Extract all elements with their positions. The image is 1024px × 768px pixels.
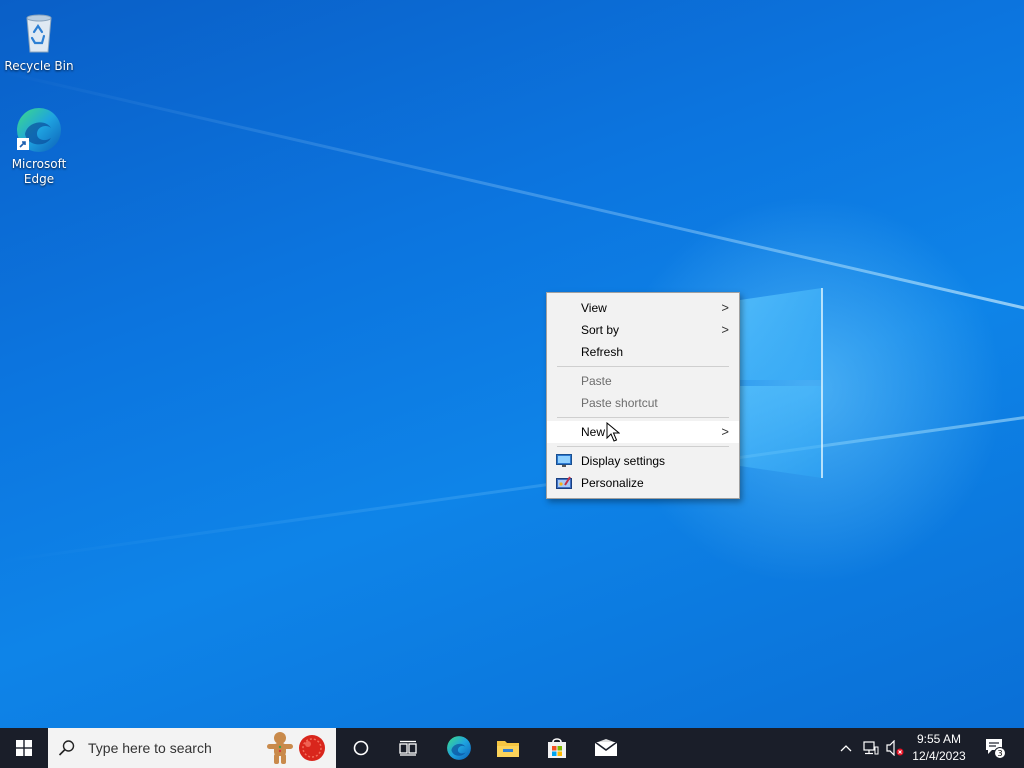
show-hidden-icons-button[interactable] [836, 728, 856, 768]
file-explorer-icon [497, 741, 519, 757]
task-view-button[interactable] [384, 728, 432, 768]
desktop-icon-recycle-bin[interactable]: Recycle Bin [1, 8, 77, 74]
taskbar-file-explorer-button[interactable] [484, 728, 532, 768]
menu-item-refresh[interactable]: Refresh [547, 341, 739, 363]
menu-item-view[interactable]: View > [547, 297, 739, 319]
gingerbread-man-icon [267, 732, 293, 764]
clock-date: 12/4/2023 [912, 749, 966, 763]
edge-icon [17, 108, 61, 152]
menu-item-sort-by[interactable]: Sort by > [547, 319, 739, 341]
action-center-button[interactable]: 3 [980, 728, 1010, 768]
menu-item-label: Display settings [581, 454, 666, 468]
menu-item-label: Paste [581, 374, 612, 388]
volume-muted-icon [886, 740, 904, 756]
personalize-icon [556, 476, 572, 489]
menu-item-personalize[interactable]: Personalize [547, 472, 739, 494]
edge-icon [447, 736, 471, 760]
clock-time: 9:55 AM [916, 732, 962, 746]
light-ray [0, 70, 1024, 325]
search-highlight[interactable] [266, 731, 326, 765]
menu-item-label: Personalize [581, 476, 644, 490]
network-icon [863, 741, 879, 755]
menu-item-label: New [581, 425, 606, 439]
taskbar-edge-button[interactable] [435, 728, 483, 768]
menu-item-display-settings[interactable]: Display settings [547, 450, 739, 472]
menu-item-label: Refresh [581, 345, 624, 359]
christmas-ornament-icon [299, 735, 325, 761]
taskbar-search-box[interactable]: Type here to search [48, 728, 336, 768]
task-view-icon [399, 740, 417, 756]
menu-separator [557, 417, 729, 418]
windows-start-icon [16, 740, 32, 756]
menu-item-new[interactable]: New > [547, 421, 739, 443]
search-placeholder: Type here to search [88, 740, 212, 756]
taskbar-mail-button[interactable] [582, 728, 630, 768]
chevron-up-icon [840, 745, 852, 752]
cortana-icon [353, 740, 369, 756]
menu-item-paste-shortcut[interactable]: Paste shortcut [547, 392, 739, 414]
display-settings-icon [556, 454, 572, 467]
desktop-icon-edge[interactable]: Microsoft Edge [1, 106, 77, 187]
desktop-icon-label: Microsoft Edge [11, 157, 67, 186]
cortana-button[interactable] [338, 728, 384, 768]
desktop-context-menu: View > Sort by > Refresh Paste Paste sho… [546, 292, 740, 499]
volume-tray-button[interactable] [884, 728, 906, 768]
notification-icon: 3 [986, 739, 1006, 759]
network-tray-button[interactable] [860, 728, 882, 768]
menu-separator [557, 446, 729, 447]
chevron-right-icon: > [721, 300, 729, 315]
taskbar-clock[interactable]: 9:55 AM 12/4/2023 [906, 731, 972, 765]
taskbar: Type here to search 9:55 AM 12/4/2023 3 [0, 728, 1024, 768]
menu-item-label: Sort by [581, 323, 620, 337]
menu-item-paste[interactable]: Paste [547, 370, 739, 392]
menu-separator [557, 366, 729, 367]
menu-item-label: View [581, 301, 607, 315]
notification-count: 3 [997, 749, 1002, 758]
menu-item-label: Paste shortcut [581, 396, 658, 410]
desktop[interactable]: Recycle Bin Microsoft Edge View > Sort b… [0, 0, 1024, 728]
taskbar-store-button[interactable] [533, 728, 581, 768]
chevron-right-icon: > [721, 424, 729, 439]
store-icon [548, 738, 566, 758]
chevron-right-icon: > [721, 322, 729, 337]
mail-icon [594, 739, 618, 756]
search-icon [58, 740, 75, 756]
recycle-bin-icon [26, 14, 52, 53]
desktop-icon-label: Recycle Bin [4, 59, 74, 73]
light-ray [0, 406, 1024, 563]
start-button[interactable] [0, 728, 48, 768]
